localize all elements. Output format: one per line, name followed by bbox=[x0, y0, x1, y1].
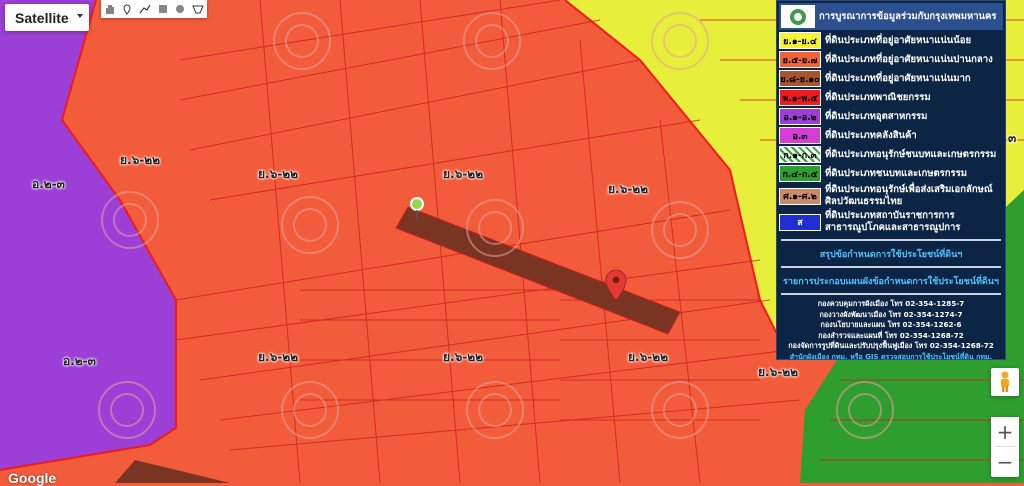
zone-label: ย.๖-๒๒ bbox=[443, 167, 484, 181]
legend-item: อ.๓ ที่ดินประเภทคลังสินค้า bbox=[779, 127, 1003, 144]
contact-list: กองควบคุมการผังเมือง โทร 02-354-1285-7 ก… bbox=[777, 299, 1005, 352]
zone-label: ย.๖-๒๒ bbox=[758, 365, 799, 379]
zone-label: ย.๖-๒๒ bbox=[258, 167, 299, 181]
legend-swatch: อ.๓ bbox=[779, 127, 821, 144]
legend-divider bbox=[781, 266, 1001, 268]
legend-label: ที่ดินประเภทคลังสินค้า bbox=[825, 129, 917, 141]
edge-zone-label: ๓ bbox=[1008, 131, 1017, 145]
map-type-select[interactable]: Satellite bbox=[5, 4, 89, 31]
zone-label: อ.๒-๓ bbox=[63, 354, 96, 368]
zoom-control: + − bbox=[991, 417, 1019, 477]
zone-label: ย.๖-๒๒ bbox=[120, 153, 161, 167]
legend-swatch: ก.๑-ก.๓ bbox=[779, 146, 821, 163]
legend-item: ย.๑-ย.๔ ที่ดินประเภทที่อยู่อาศัยหนาแน่นน้… bbox=[779, 32, 1003, 49]
zone-label: อ.๒-๓ bbox=[32, 177, 65, 191]
legend-label: ที่ดินประเภทสถาบันราชการการสาธารณูปโภคแล… bbox=[825, 210, 961, 233]
legend-label: ที่ดินประเภทที่อยู่อาศัยหนาแน่นมาก bbox=[825, 72, 971, 84]
legend-label: ที่ดินประเภทที่อยู่อาศัยหนาแน่นปานกลาง bbox=[825, 53, 993, 65]
shape-icon[interactable] bbox=[191, 2, 205, 16]
legend-footer-link[interactable]: สำนักผังเมือง กทม. หรือ GIS ตรวจสอบการใช… bbox=[777, 352, 1005, 363]
contact-line: กองวางผังพัฒนาเมือง โทร 02-354-1274-7 bbox=[819, 309, 963, 319]
legend-panel: การบูรณาการข้อมูลร่วมกับกรุงเทพมหานคร ย.… bbox=[776, 0, 1006, 363]
legend-divider bbox=[781, 239, 1001, 241]
hand-icon[interactable] bbox=[103, 2, 117, 16]
zone-label: ย.๖-๒๒ bbox=[258, 350, 299, 364]
polygon-icon[interactable] bbox=[156, 2, 170, 16]
details-link[interactable]: รายการประกอบแผนผังข้อกำหนดการใช้ประโยชน์… bbox=[777, 274, 1005, 288]
zone-label: ย.๖-๒๒ bbox=[608, 182, 649, 196]
circle-icon[interactable] bbox=[173, 2, 187, 16]
legend-swatch: ศ.๑-ศ.๒ bbox=[779, 187, 821, 205]
legend-swatch: อ.๑-อ.๒ bbox=[779, 108, 821, 125]
zone-label: ย.๖-๒๒ bbox=[443, 350, 484, 364]
legend-label: ที่ดินประเภทอนุรักษ์ชนบทและเกษตรกรรม bbox=[825, 148, 997, 160]
map-type-label: Satellite bbox=[15, 9, 69, 26]
zoom-out-button[interactable]: − bbox=[991, 447, 1019, 476]
contact-line: กองจัดการรูปที่ดินและปรับปรุงฟื้นฟูเมือง… bbox=[788, 341, 994, 350]
legend-swatch: ย.๕-ย.๗ bbox=[779, 51, 821, 68]
summary-link[interactable]: สรุปข้อกำหนดการใช้ประโยชน์ที่ดินฯ bbox=[777, 247, 1005, 261]
legend-item: สที่ดินประเภทสถาบันราชการการสาธารณูปโภคแ… bbox=[779, 210, 1003, 234]
legend-label: ที่ดินประเภทชนบทและเกษตรกรรม bbox=[825, 167, 967, 179]
contact-line: กองสำรวจและแผนที่ โทร 02-354-1268-72 bbox=[818, 330, 964, 340]
chevron-down-icon bbox=[77, 14, 83, 18]
legend-swatch: ย.๑-ย.๔ bbox=[779, 32, 821, 49]
legend-label: ที่ดินประเภทพาณิชยกรรม bbox=[825, 91, 931, 103]
zone-label: ย.๖-๒๒ bbox=[628, 350, 669, 364]
contact-line: กองนโยบายและแผน โทร 02-354-1262-6 bbox=[820, 320, 962, 329]
legend-swatch: ส bbox=[779, 213, 821, 231]
google-logo: Google bbox=[8, 470, 57, 486]
legend-item: ศ.๑-ศ.๒ ที่ดินประเภทอนุรักษ์เพื่อส่งเสริม… bbox=[779, 184, 1003, 208]
legend-label: ที่ดินประเภทอนุรักษ์เพื่อส่งเสริมเอกลักษ… bbox=[825, 184, 993, 207]
pegman-icon[interactable] bbox=[991, 368, 1019, 396]
marker-icon[interactable] bbox=[120, 2, 134, 16]
polyline-icon[interactable] bbox=[138, 2, 152, 16]
legend-item: ย.๕-ย.๗ ที่ดินประเภทที่อยู่อาศัยหนาแน่นปา… bbox=[779, 51, 1003, 68]
legend-item: ย.๘-ย.๑๐ ที่ดินประเภทที่อยู่อาศัยหนาแน่นม… bbox=[779, 70, 1003, 87]
legend-item: อ.๑-อ.๒ ที่ดินประเภทอุตสาหกรรม bbox=[779, 108, 1003, 125]
legend-title: การบูรณาการข้อมูลร่วมกับกรุงเทพมหานคร bbox=[819, 11, 997, 22]
bma-seal-icon bbox=[781, 5, 815, 28]
drawing-toolbar bbox=[101, 0, 207, 18]
legend-header: การบูรณาการข้อมูลร่วมกับกรุงเทพมหานคร bbox=[779, 3, 1003, 30]
legend-swatch: ย.๘-ย.๑๐ bbox=[779, 70, 821, 87]
legend-item: พ.๑-พ.๕ ที่ดินประเภทพาณิชยกรรม bbox=[779, 89, 1003, 106]
legend-swatch: พ.๑-พ.๕ bbox=[779, 89, 821, 106]
legend-item: ก.๑-ก.๓ ที่ดินประเภทอนุรักษ์ชนบทและเกษตรก… bbox=[779, 146, 1003, 163]
legend-swatch: ก.๔-ก.๕ bbox=[779, 165, 821, 182]
legend-divider bbox=[781, 293, 1001, 295]
legend-item: ก.๔-ก.๕ ที่ดินประเภทชนบทและเกษตรกรรม bbox=[779, 165, 1003, 182]
zoom-in-button[interactable]: + bbox=[991, 417, 1019, 446]
legend-label: ที่ดินประเภทที่อยู่อาศัยหนาแน่นน้อย bbox=[825, 34, 972, 46]
legend-label: ที่ดินประเภทอุตสาหกรรม bbox=[825, 110, 928, 122]
contact-line: กองควบคุมการผังเมือง โทร 02-354-1285-7 bbox=[817, 299, 965, 308]
